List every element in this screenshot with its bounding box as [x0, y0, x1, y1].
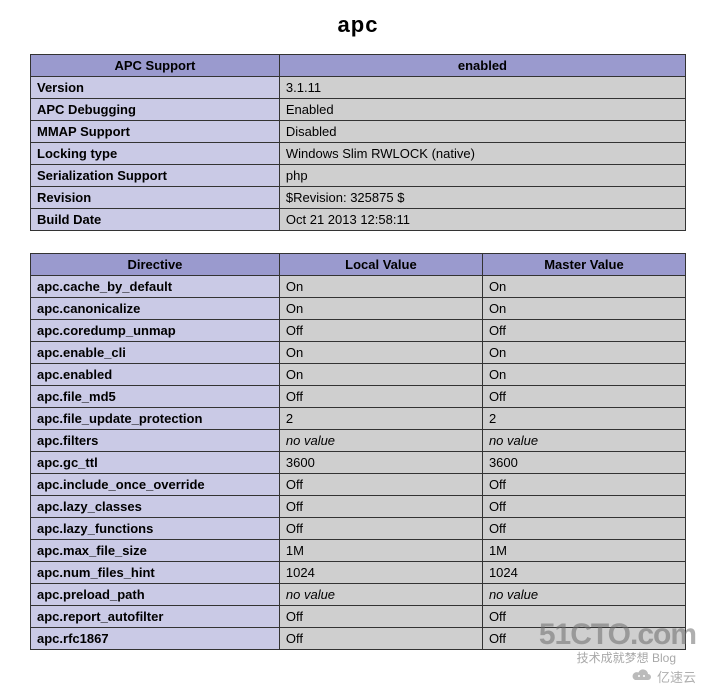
- directive-master-value: 3600: [482, 452, 685, 474]
- support-value: Enabled: [279, 99, 685, 121]
- directive-master-value: Off: [482, 474, 685, 496]
- directive-master-value: Off: [482, 518, 685, 540]
- directive-name: apc.canonicalize: [31, 298, 280, 320]
- directive-name: apc.preload_path: [31, 584, 280, 606]
- table-row: apc.max_file_size1M1M: [31, 540, 686, 562]
- watermark-51cto-sub: 技术成就梦想 Blog: [577, 649, 676, 666]
- table-row: apc.enable_cliOnOn: [31, 342, 686, 364]
- table-row: Revision$Revision: 325875 $: [31, 187, 686, 209]
- directive-local-value: no value: [279, 430, 482, 452]
- watermark-yisu-text: 亿速云: [657, 667, 696, 686]
- directive-local-value: On: [279, 298, 482, 320]
- support-value: Disabled: [279, 121, 685, 143]
- directives-header-local: Local Value: [279, 254, 482, 276]
- directives-header-master: Master Value: [482, 254, 685, 276]
- directive-local-value: Off: [279, 320, 482, 342]
- directive-master-value: no value: [482, 430, 685, 452]
- support-header-left: APC Support: [31, 55, 280, 77]
- table-row: MMAP SupportDisabled: [31, 121, 686, 143]
- directive-name: apc.file_md5: [31, 386, 280, 408]
- table-row: Build DateOct 21 2013 12:58:11: [31, 209, 686, 231]
- directive-master-value: 1M: [482, 540, 685, 562]
- directive-name: apc.enabled: [31, 364, 280, 386]
- directive-name: apc.num_files_hint: [31, 562, 280, 584]
- support-value: 3.1.11: [279, 77, 685, 99]
- table-row: apc.lazy_functionsOffOff: [31, 518, 686, 540]
- directive-name: apc.lazy_functions: [31, 518, 280, 540]
- directives-table: Directive Local Value Master Value apc.c…: [30, 253, 686, 650]
- directive-master-value: Off: [482, 320, 685, 342]
- table-row: apc.preload_pathno valueno value: [31, 584, 686, 606]
- table-row: apc.file_update_protection22: [31, 408, 686, 430]
- directive-name: apc.lazy_classes: [31, 496, 280, 518]
- directive-local-value: On: [279, 276, 482, 298]
- cloud-icon: [631, 668, 653, 685]
- table-row: apc.num_files_hint10241024: [31, 562, 686, 584]
- directive-local-value: On: [279, 342, 482, 364]
- directive-name: apc.gc_ttl: [31, 452, 280, 474]
- apc-support-table: APC Support enabled Version3.1.11APC Deb…: [30, 54, 686, 231]
- watermark-yisu: 亿速云: [631, 667, 696, 686]
- support-value: php: [279, 165, 685, 187]
- table-row: apc.gc_ttl36003600: [31, 452, 686, 474]
- directive-name: apc.filters: [31, 430, 280, 452]
- directive-master-value: 2: [482, 408, 685, 430]
- support-value: $Revision: 325875 $: [279, 187, 685, 209]
- support-key: Locking type: [31, 143, 280, 165]
- directive-master-value: 1024: [482, 562, 685, 584]
- table-row: Version3.1.11: [31, 77, 686, 99]
- directive-local-value: On: [279, 364, 482, 386]
- directives-header-directive: Directive: [31, 254, 280, 276]
- table-row: apc.cache_by_defaultOnOn: [31, 276, 686, 298]
- table-row: apc.filtersno valueno value: [31, 430, 686, 452]
- directive-name: apc.rfc1867: [31, 628, 280, 650]
- table-row: apc.include_once_overrideOffOff: [31, 474, 686, 496]
- support-key: MMAP Support: [31, 121, 280, 143]
- directive-local-value: Off: [279, 386, 482, 408]
- directive-local-value: 1M: [279, 540, 482, 562]
- directive-local-value: Off: [279, 628, 482, 650]
- watermark-51cto: 51CTO.com: [539, 618, 696, 652]
- directive-name: apc.file_update_protection: [31, 408, 280, 430]
- directive-master-value: no value: [482, 584, 685, 606]
- directive-name: apc.report_autofilter: [31, 606, 280, 628]
- support-key: Version: [31, 77, 280, 99]
- directive-name: apc.coredump_unmap: [31, 320, 280, 342]
- directive-name: apc.enable_cli: [31, 342, 280, 364]
- page-title: apc: [30, 12, 686, 38]
- directive-master-value: On: [482, 276, 685, 298]
- directive-local-value: 2: [279, 408, 482, 430]
- table-row: Serialization Supportphp: [31, 165, 686, 187]
- directive-local-value: Off: [279, 474, 482, 496]
- table-row: apc.canonicalizeOnOn: [31, 298, 686, 320]
- directive-master-value: Off: [482, 386, 685, 408]
- directive-master-value: On: [482, 364, 685, 386]
- support-key: Build Date: [31, 209, 280, 231]
- directive-master-value: Off: [482, 496, 685, 518]
- support-value: Windows Slim RWLOCK (native): [279, 143, 685, 165]
- table-row: apc.lazy_classesOffOff: [31, 496, 686, 518]
- directive-local-value: 3600: [279, 452, 482, 474]
- directive-name: apc.max_file_size: [31, 540, 280, 562]
- table-row: APC DebuggingEnabled: [31, 99, 686, 121]
- table-row: apc.coredump_unmapOffOff: [31, 320, 686, 342]
- table-row: apc.enabledOnOn: [31, 364, 686, 386]
- directive-local-value: Off: [279, 606, 482, 628]
- directive-master-value: On: [482, 298, 685, 320]
- table-row: apc.file_md5OffOff: [31, 386, 686, 408]
- support-key: APC Debugging: [31, 99, 280, 121]
- directive-name: apc.include_once_override: [31, 474, 280, 496]
- support-header-right: enabled: [279, 55, 685, 77]
- support-value: Oct 21 2013 12:58:11: [279, 209, 685, 231]
- directive-local-value: 1024: [279, 562, 482, 584]
- directive-master-value: On: [482, 342, 685, 364]
- table-row: Locking typeWindows Slim RWLOCK (native): [31, 143, 686, 165]
- support-key: Revision: [31, 187, 280, 209]
- directive-local-value: no value: [279, 584, 482, 606]
- directive-name: apc.cache_by_default: [31, 276, 280, 298]
- support-key: Serialization Support: [31, 165, 280, 187]
- directive-local-value: Off: [279, 496, 482, 518]
- directive-local-value: Off: [279, 518, 482, 540]
